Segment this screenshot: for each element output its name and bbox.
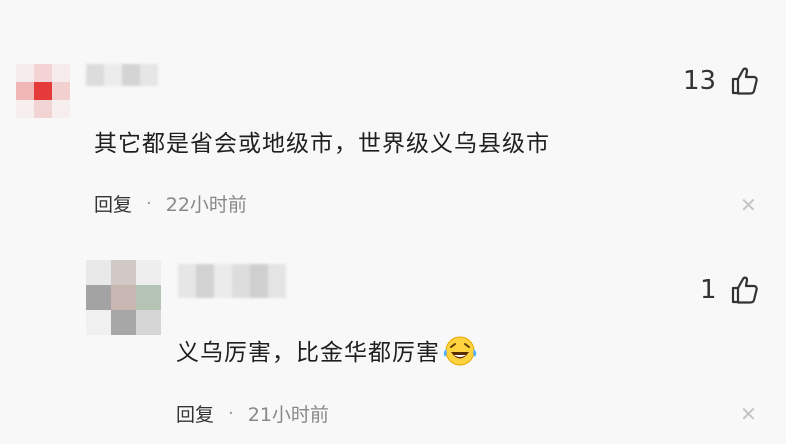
comment-text: 其它都是省会或地级市，世界级义乌县级市 <box>94 131 550 157</box>
separator-dot: · <box>146 193 152 214</box>
like-button[interactable] <box>730 66 758 100</box>
avatar-pixel <box>136 285 161 310</box>
avatar-pixel <box>136 260 161 285</box>
username-blurred[interactable] <box>86 64 158 86</box>
like-button[interactable] <box>730 275 758 309</box>
reply-meta-row: 回复 · 21小时前 <box>176 400 329 427</box>
laughing-tears-emoji-icon <box>442 334 478 374</box>
username-blurred[interactable] <box>178 264 286 298</box>
avatar-pixel <box>34 64 52 82</box>
avatar-pixel <box>86 310 111 335</box>
avatar-pixel <box>111 285 136 310</box>
avatar-pixel <box>86 260 111 285</box>
reply-meta-row: 回复 · 22小时前 <box>94 190 247 217</box>
avatar-pixel <box>52 100 70 118</box>
timestamp: 22小时前 <box>165 194 247 216</box>
close-icon[interactable]: ✕ <box>740 404 757 424</box>
avatar-pixel <box>136 310 161 335</box>
avatar-pixel <box>111 260 136 285</box>
thumbs-up-icon[interactable] <box>730 275 758 305</box>
avatar-pixel <box>34 100 52 118</box>
reply-button[interactable]: 回复 <box>176 400 214 427</box>
reply-button[interactable]: 回复 <box>94 190 132 217</box>
avatar-pixel <box>86 285 111 310</box>
close-icon[interactable]: ✕ <box>740 195 757 215</box>
avatar-pixel <box>52 82 70 100</box>
avatar-pixel <box>16 82 34 100</box>
timestamp: 21小时前 <box>247 404 329 426</box>
avatar-pixel <box>52 64 70 82</box>
avatar-pixel <box>16 100 34 118</box>
thumbs-up-icon[interactable] <box>730 66 758 96</box>
avatar[interactable] <box>86 260 161 335</box>
avatar-pixel <box>16 64 34 82</box>
like-count: 1 <box>700 275 717 305</box>
avatar[interactable] <box>16 64 70 118</box>
avatar-pixel <box>111 310 136 335</box>
comment-text-row: 义乌厉害，比金华都厉害 <box>176 333 478 374</box>
like-count: 13 <box>683 66 717 96</box>
separator-dot: · <box>228 403 234 424</box>
avatar-pixel <box>34 82 52 100</box>
comment-text: 义乌厉害，比金华都厉害 <box>176 340 440 366</box>
